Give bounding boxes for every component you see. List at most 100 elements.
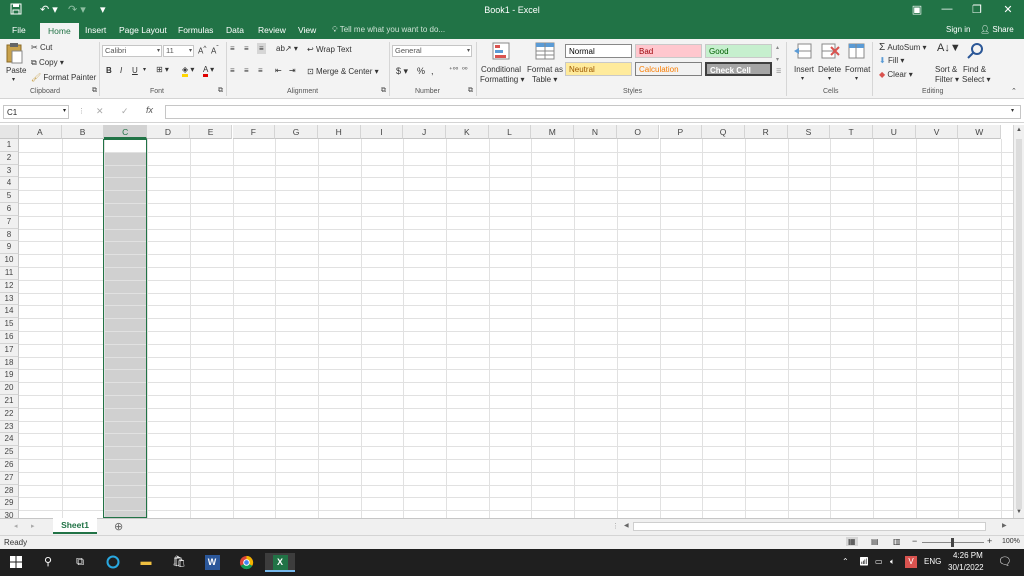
row-header-2[interactable]: 2 xyxy=(0,151,19,165)
row-header-25[interactable]: 25 xyxy=(0,446,19,459)
column-header-i[interactable]: I xyxy=(360,125,404,139)
row-header-4[interactable]: 4 xyxy=(0,177,19,191)
row-header-28[interactable]: 28 xyxy=(0,484,19,498)
column-header-h[interactable]: H xyxy=(317,125,361,139)
more-options-icon[interactable]: ⋮ xyxy=(78,107,85,115)
sign-in-link[interactable]: Sign in xyxy=(946,25,970,34)
scroll-up-icon[interactable]: ▲ xyxy=(1016,127,1022,133)
store-icon[interactable]: 🛍︎ xyxy=(169,553,189,572)
notification-icon[interactable]: 🗨︎ xyxy=(998,555,1012,568)
page-layout-view-icon[interactable]: ▤ xyxy=(871,537,879,546)
column-header-s[interactable]: S xyxy=(787,125,831,139)
clipboard-launcher-icon[interactable]: ⧉ xyxy=(92,87,97,95)
row-header-13[interactable]: 13 xyxy=(0,292,19,306)
column-header-f[interactable]: F xyxy=(232,125,276,139)
row-header-12[interactable]: 12 xyxy=(0,279,19,293)
row-header-19[interactable]: 19 xyxy=(0,369,19,383)
font-size-select[interactable]: 11 ▾ xyxy=(163,45,194,57)
orientation-icon[interactable]: ab↗ ▾ xyxy=(276,44,298,53)
collapse-ribbon-icon[interactable]: ⌃ xyxy=(1011,87,1017,95)
tab-insert[interactable]: Insert xyxy=(85,25,106,35)
sheet-prev-icon[interactable]: ◂ xyxy=(14,522,18,530)
currency-button[interactable]: $ ▾ xyxy=(396,66,408,77)
bold-button[interactable]: B xyxy=(106,66,112,75)
column-header-c[interactable]: C xyxy=(104,125,148,139)
comma-button[interactable]: , xyxy=(431,66,434,76)
task-view-icon[interactable]: ⧉ xyxy=(70,553,90,572)
tab-review[interactable]: Review xyxy=(258,25,286,35)
column-header-e[interactable]: E xyxy=(189,125,233,139)
merge-center-button[interactable]: ⊡ Merge & Center ▾ xyxy=(307,67,379,76)
column-header-t[interactable]: T xyxy=(830,125,873,139)
row-header-6[interactable]: 6 xyxy=(0,203,19,216)
tab-data[interactable]: Data xyxy=(226,25,244,35)
ribbon-display-icon[interactable]: ▣ xyxy=(902,3,932,16)
row-header-3[interactable]: 3 xyxy=(0,164,19,178)
autosum-button[interactable]: Σ AutoSum ▾ xyxy=(879,42,927,53)
align-bottom-icon[interactable]: ≡ xyxy=(257,43,266,54)
enter-icon[interactable]: ✓ xyxy=(121,106,129,117)
styles-scroll-down-icon[interactable]: ▾ xyxy=(776,56,779,63)
column-header-k[interactable]: K xyxy=(446,125,489,139)
row-header-15[interactable]: 15 xyxy=(0,318,19,331)
search-icon[interactable]: ⚲ xyxy=(38,553,58,572)
excel-taskbar-icon[interactable]: X xyxy=(265,553,295,572)
increase-indent-icon[interactable]: ⇥ xyxy=(289,66,296,75)
row-header-7[interactable]: 7 xyxy=(0,215,19,229)
column-header-g[interactable]: G xyxy=(275,125,318,139)
row-header-23[interactable]: 23 xyxy=(0,420,19,434)
number-launcher-icon[interactable]: ⧉ xyxy=(468,87,473,95)
minimize-icon[interactable]: — xyxy=(932,3,962,15)
font-launcher-icon[interactable]: ⧉ xyxy=(218,87,223,95)
underline-dropdown-icon[interactable]: ▾ xyxy=(143,66,146,73)
percent-button[interactable]: % xyxy=(417,66,425,76)
column-header-m[interactable]: M xyxy=(531,125,575,139)
styles-more-icon[interactable]: ☰ xyxy=(776,68,781,75)
volume-icon[interactable]: 🔈︎ xyxy=(890,557,895,567)
cancel-icon[interactable]: ✕ xyxy=(96,106,104,117)
battery-icon[interactable]: ▭ xyxy=(875,557,883,566)
zoom-level[interactable]: 100% xyxy=(1002,538,1020,545)
wrap-text-button[interactable]: ↩ Wrap Text xyxy=(307,45,352,54)
italic-button[interactable]: I xyxy=(120,66,122,75)
select-all-corner[interactable] xyxy=(0,125,19,139)
vertical-scroll-thumb[interactable] xyxy=(1016,139,1022,509)
row-header-16[interactable]: 16 xyxy=(0,331,19,344)
number-format-select[interactable]: General ▾ xyxy=(392,45,472,57)
close-icon[interactable]: ✕ xyxy=(993,3,1023,16)
align-middle-icon[interactable]: ≡ xyxy=(244,44,249,53)
row-header-24[interactable]: 24 xyxy=(0,433,19,447)
language-indicator[interactable]: ENG xyxy=(924,557,941,566)
styles-scroll-up-icon[interactable]: ▴ xyxy=(776,44,779,51)
zoom-out-button[interactable]: − xyxy=(912,536,917,546)
style-bad[interactable]: Bad xyxy=(635,44,702,58)
windows-start-icon[interactable] xyxy=(6,553,26,572)
scroll-left-icon[interactable]: ◀ xyxy=(624,522,629,529)
copy-button[interactable]: ⧉ Copy ▾ xyxy=(31,58,64,68)
clear-button[interactable]: ◆ Clear ▾ xyxy=(879,70,913,79)
fill-color-icon[interactable]: ◈ ▾ xyxy=(182,65,194,77)
row-header-17[interactable]: 17 xyxy=(0,343,19,357)
tab-formulas[interactable]: Formulas xyxy=(178,25,213,35)
font-name-select[interactable]: Calibri ▾ xyxy=(102,45,162,57)
increase-font-icon[interactable]: A^ xyxy=(198,45,206,56)
word-icon[interactable]: W xyxy=(202,553,222,572)
column-header-d[interactable]: D xyxy=(147,125,190,139)
tab-split-handle[interactable]: ⋮ xyxy=(612,522,619,530)
network-icon[interactable]: 📶︎ xyxy=(859,557,869,566)
worksheet-grid[interactable]: A B C D E F G H I J K L M N O P Q R S T U V W 1 2 3 4 5 6 7 8 9 10 11 12 13… xyxy=(0,125,1024,518)
row-header-27[interactable]: 27 xyxy=(0,471,19,485)
row-header-11[interactable]: 11 xyxy=(0,267,19,280)
cut-button[interactable]: ✂ Cut xyxy=(31,43,52,52)
file-explorer-icon[interactable]: ▬ xyxy=(136,553,156,572)
row-header-14[interactable]: 14 xyxy=(0,305,19,319)
column-header-p[interactable]: P xyxy=(659,125,703,139)
sheet-tab-sheet1[interactable]: Sheet1 xyxy=(53,518,97,534)
row-header-21[interactable]: 21 xyxy=(0,395,19,408)
column-header-l[interactable]: L xyxy=(488,125,532,139)
row-header-26[interactable]: 26 xyxy=(0,459,19,472)
row-header-1[interactable]: 1 xyxy=(0,139,19,152)
tell-me-box[interactable]: 💡︎ Tell me what you want to do... xyxy=(332,25,445,35)
sheet-next-icon[interactable]: ▸ xyxy=(31,522,35,530)
align-left-icon[interactable]: ≡ xyxy=(230,66,235,75)
